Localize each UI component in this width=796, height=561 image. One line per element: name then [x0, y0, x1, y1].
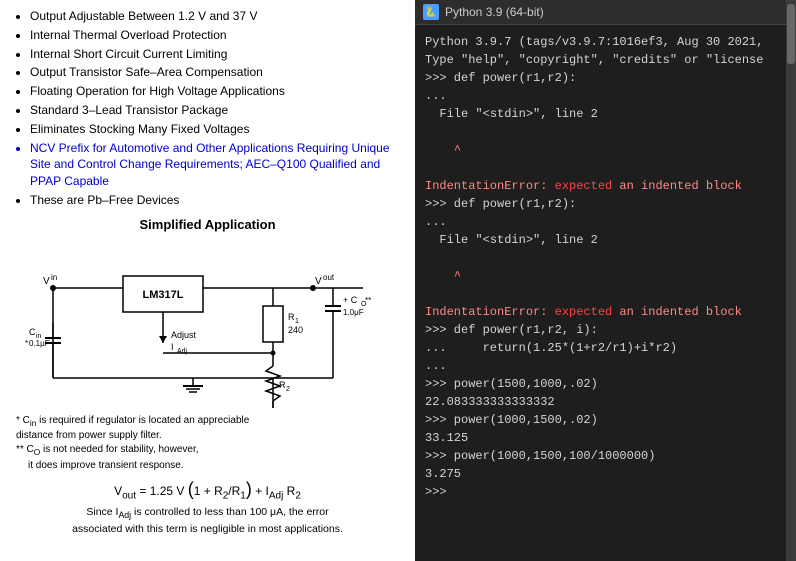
svg-text:R: R [279, 380, 286, 390]
terminal-line [425, 123, 776, 141]
features-list: Output Adjustable Between 1.2 V and 37 V… [12, 8, 403, 209]
terminal-line: ... [425, 213, 776, 231]
terminal-line: ^ [425, 141, 776, 159]
scrollbar[interactable] [786, 0, 796, 561]
svg-text:in: in [51, 273, 57, 282]
svg-text:R: R [288, 312, 295, 322]
svg-text:LM317L: LM317L [142, 289, 183, 301]
python-icon: 🐍 [423, 4, 439, 20]
simplified-application-title: Simplified Application [12, 217, 403, 232]
svg-text:240: 240 [288, 325, 303, 335]
footnote1-asterisk: * C [16, 415, 30, 426]
circuit-diagram: LM317L V out V in C in * 0.1μF [12, 238, 403, 408]
terminal-line: >>> power(1000,1500,100/1000000) [425, 447, 776, 465]
feature-item: Output Adjustable Between 1.2 V and 37 V [30, 8, 403, 25]
terminal-line [425, 285, 776, 303]
terminal-line: File "<stdin>", line 2 [425, 105, 776, 123]
terminal-line: ... [425, 357, 776, 375]
terminal-line: >>> def power(r1,r2, i): [425, 321, 776, 339]
svg-text:I: I [171, 342, 174, 352]
svg-text:C: C [29, 327, 36, 337]
terminal-line: >>> def power(r1,r2): [425, 195, 776, 213]
scrollbar-thumb[interactable] [787, 4, 795, 64]
terminal-panel: 🐍 Python 3.9 (64-bit) Python 3.9.7 (tags… [415, 0, 786, 561]
terminal-line: >>> def power(r1,r2): [425, 69, 776, 87]
terminal-body[interactable]: Python 3.9.7 (tags/v3.9.7:1016ef3, Aug 3… [415, 25, 786, 561]
terminal-line: IndentationError: expected an indented b… [425, 303, 776, 321]
terminal-line: IndentationError: expected an indented b… [425, 177, 776, 195]
terminal-line [425, 159, 776, 177]
terminal-line: >>> power(1500,1000,.02) [425, 375, 776, 393]
feature-item: Eliminates Stocking Many Fixed Voltages [30, 121, 403, 138]
since-line: Since IAdj is controlled to less than 10… [12, 505, 403, 536]
svg-text:**: ** [365, 296, 371, 305]
footnotes: * Cin is required if regulator is locate… [12, 414, 403, 473]
svg-text:Adj: Adj [177, 348, 188, 355]
terminal-title: Python 3.9 (64-bit) [445, 5, 544, 19]
svg-text:2: 2 [286, 386, 290, 393]
terminal-line: 3.275 [425, 465, 776, 483]
terminal-line: ... return(1.25*(1+r2/r1)+i*r2) [425, 339, 776, 357]
svg-text:1.0μF: 1.0μF [343, 308, 364, 317]
terminal-line: 33.125 [425, 429, 776, 447]
terminal-line: Type "help", "copyright", "credits" or "… [425, 51, 776, 69]
footnote-co: ** CO is not needed for stability, howev… [16, 443, 403, 473]
svg-text:Adjust: Adjust [171, 330, 197, 340]
feature-item-blue: NCV Prefix for Automotive and Other Appl… [30, 140, 403, 190]
terminal-line: >>> [425, 483, 776, 501]
terminal-line: Python 3.9.7 (tags/v3.9.7:1016ef3, Aug 3… [425, 33, 776, 51]
terminal-line: ^ [425, 267, 776, 285]
feature-item: Floating Operation for High Voltage Appl… [30, 83, 403, 100]
formula-line: Vout = 1.25 V (1 + R2/R1) + IAdj R2 [12, 479, 403, 501]
feature-item: Internal Thermal Overload Protection [30, 27, 403, 44]
svg-text:0.1μF: 0.1μF [29, 339, 50, 348]
svg-text:V: V [315, 276, 322, 287]
terminal-line: 22.083333333333332 [425, 393, 776, 411]
left-panel: Output Adjustable Between 1.2 V and 37 V… [0, 0, 415, 561]
terminal-line: File "<stdin>", line 2 [425, 231, 776, 249]
footnote2-asterisk: ** C [16, 444, 34, 455]
feature-item: Standard 3–Lead Transistor Package [30, 102, 403, 119]
feature-item: Output Transistor Safe–Area Compensation [30, 64, 403, 81]
terminal-titlebar: 🐍 Python 3.9 (64-bit) [415, 0, 786, 25]
right-wrapper: 🐍 Python 3.9 (64-bit) Python 3.9.7 (tags… [415, 0, 796, 561]
svg-text:1: 1 [295, 318, 299, 325]
feature-item: Internal Short Circuit Current Limiting [30, 46, 403, 63]
terminal-line: >>> power(1000,1500,.02) [425, 411, 776, 429]
svg-text:out: out [323, 273, 335, 282]
feature-item: These are Pb–Free Devices [30, 192, 403, 209]
svg-text:+ C: + C [343, 295, 358, 305]
svg-text:V: V [43, 276, 50, 287]
svg-text:*: * [25, 339, 28, 348]
terminal-line [425, 249, 776, 267]
terminal-line: ... [425, 87, 776, 105]
footnote-cin: * Cin is required if regulator is locate… [16, 414, 403, 444]
